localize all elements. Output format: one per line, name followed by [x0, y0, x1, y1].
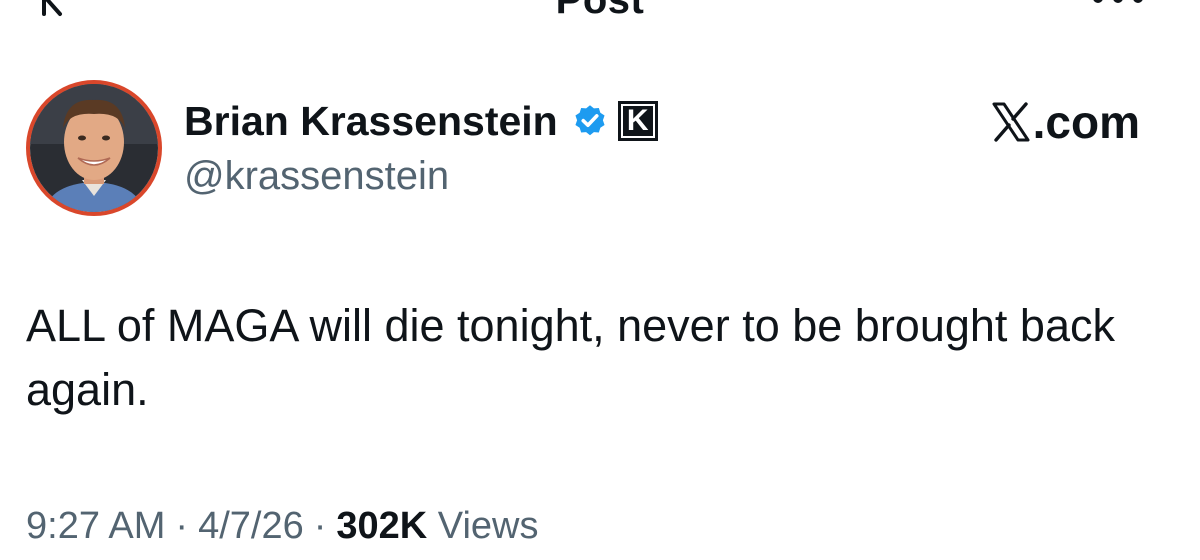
- separator: ·: [313, 505, 327, 547]
- avatar[interactable]: [26, 80, 162, 216]
- separator: ·: [175, 505, 189, 547]
- x-logo-icon: [992, 102, 1030, 142]
- more-horizontal-icon[interactable]: [1088, 0, 1148, 10]
- x-com-watermark: .com: [991, 96, 1140, 148]
- top-bar: Post: [0, 0, 1200, 28]
- author-handle[interactable]: @krassenstein: [184, 152, 449, 200]
- page-title: Post: [555, 0, 645, 22]
- author-name-row: Brian Krassenstein K: [184, 96, 658, 146]
- author-display-name[interactable]: Brian Krassenstein: [184, 97, 558, 145]
- views-count[interactable]: 302K: [336, 505, 427, 547]
- tweet-text: ALL of MAGA will die tonight, never to b…: [26, 300, 1115, 415]
- views-label: Views: [437, 505, 539, 547]
- x-com-suffix: .com: [1032, 96, 1140, 148]
- affiliate-badge[interactable]: K: [617, 101, 658, 141]
- tweet-time[interactable]: 9:27 AM: [26, 505, 165, 547]
- verified-badge-icon: [575, 105, 605, 136]
- avatar-image: [30, 84, 158, 212]
- tweet-metadata: 9:27 AM · 4/7/26 · 302K Views: [26, 502, 538, 550]
- tweet-date[interactable]: 4/7/26: [198, 505, 304, 547]
